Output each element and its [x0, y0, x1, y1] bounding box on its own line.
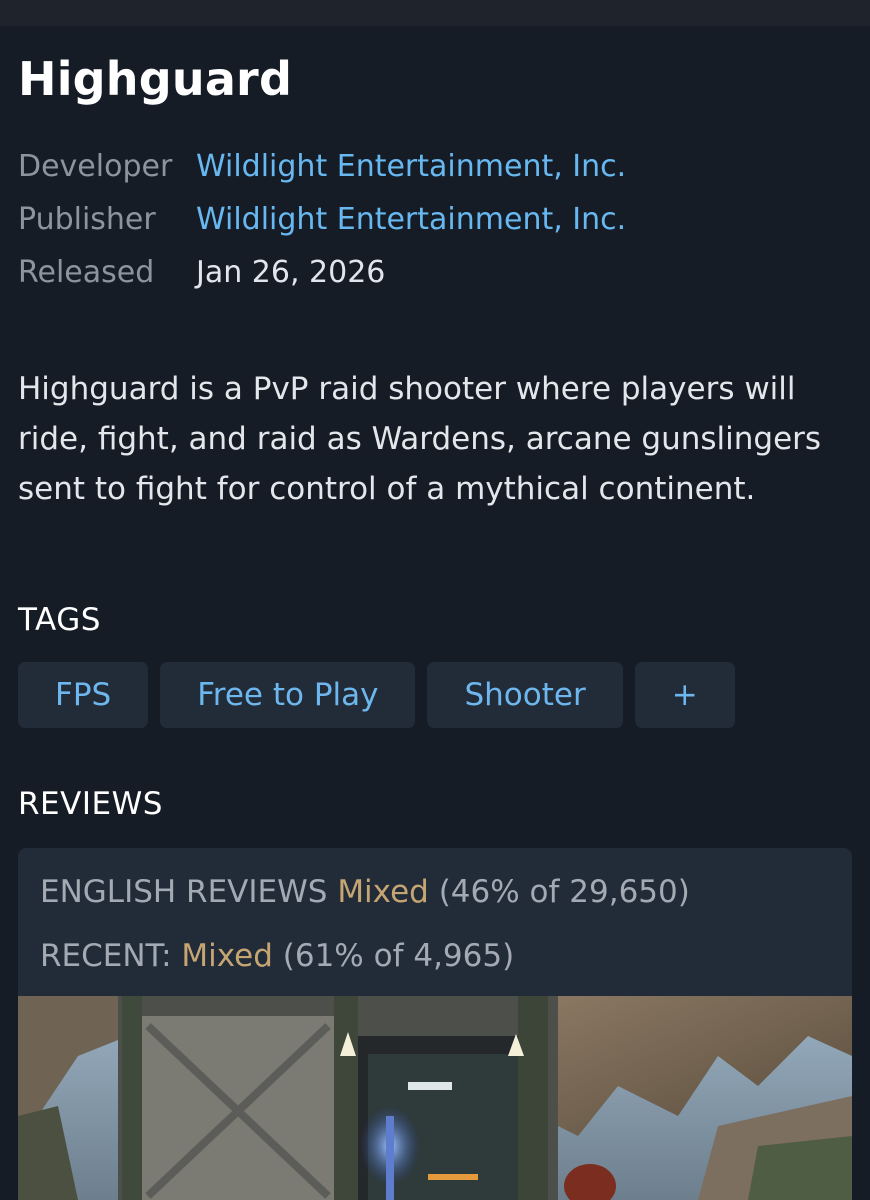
recent-reviews-rating: Mixed [181, 938, 273, 974]
recent-reviews-detail: (61% of 4,965) [282, 938, 515, 974]
released-row: Released Jan 26, 2026 [18, 246, 626, 299]
tag-list: FPS Free to Play Shooter + [18, 662, 735, 728]
developer-label: Developer [18, 149, 173, 184]
publisher-row: Publisher Wildlight Entertainment, Inc. [18, 193, 626, 246]
release-date: Jan 26, 2026 [196, 255, 386, 290]
tag-free-to-play[interactable]: Free to Play [160, 662, 416, 728]
developer-link[interactable]: Wildlight Entertainment, Inc. [196, 140, 626, 193]
reviews-summary[interactable]: ENGLISH REVIEWS Mixed (46% of 29,650) RE… [18, 848, 852, 996]
english-reviews-label: ENGLISH REVIEWS [40, 874, 328, 910]
tag-fps[interactable]: FPS [18, 662, 149, 728]
tag-more-button[interactable]: + [634, 662, 735, 728]
reviews-heading: REVIEWS [18, 786, 163, 822]
released-label: Released [18, 255, 155, 290]
tags-heading: TAGS [18, 602, 101, 638]
game-title: Highguard [18, 52, 293, 106]
recent-reviews-label: RECENT: [40, 938, 172, 974]
developer-row: Developer Wildlight Entertainment, Inc. [18, 140, 626, 193]
tag-shooter[interactable]: Shooter [427, 662, 623, 728]
english-reviews-row: ENGLISH REVIEWS Mixed (46% of 29,650) [40, 860, 852, 924]
game-description: Highguard is a PvP raid shooter where pl… [18, 371, 822, 507]
publisher-label: Publisher [18, 202, 156, 237]
english-reviews-detail: (46% of 29,650) [438, 874, 690, 910]
english-reviews-rating: Mixed [337, 874, 429, 910]
top-status-bar [0, 0, 870, 26]
game-meta: Developer Wildlight Entertainment, Inc. … [18, 140, 626, 299]
game-screenshot[interactable] [18, 996, 852, 1200]
publisher-link[interactable]: Wildlight Entertainment, Inc. [196, 193, 626, 246]
recent-reviews-row: RECENT: Mixed (61% of 4,965) [40, 924, 852, 988]
